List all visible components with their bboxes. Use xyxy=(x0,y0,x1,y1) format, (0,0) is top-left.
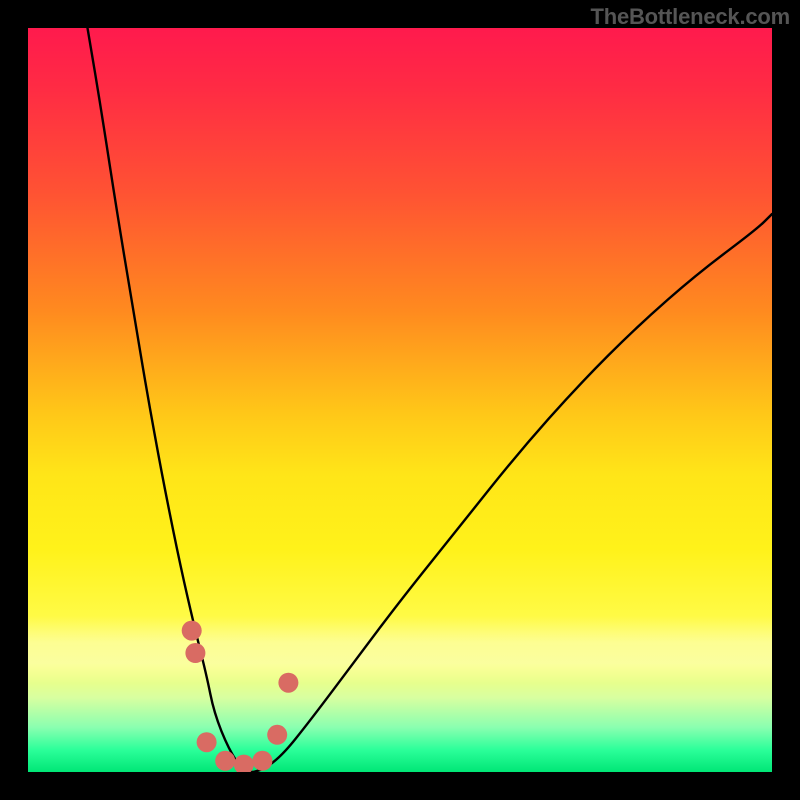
highlight-dot xyxy=(252,751,272,771)
chart-frame: TheBottleneck.com xyxy=(0,0,800,800)
highlight-dot xyxy=(267,725,287,745)
attribution-text: TheBottleneck.com xyxy=(590,4,790,30)
highlight-dot xyxy=(215,751,235,771)
highlight-dot xyxy=(197,732,217,752)
highlight-dot xyxy=(234,755,254,772)
highlight-dot xyxy=(185,643,205,663)
curve-layer xyxy=(28,28,772,772)
plot-area xyxy=(28,28,772,772)
highlight-dot xyxy=(278,673,298,693)
highlight-dot xyxy=(182,621,202,641)
